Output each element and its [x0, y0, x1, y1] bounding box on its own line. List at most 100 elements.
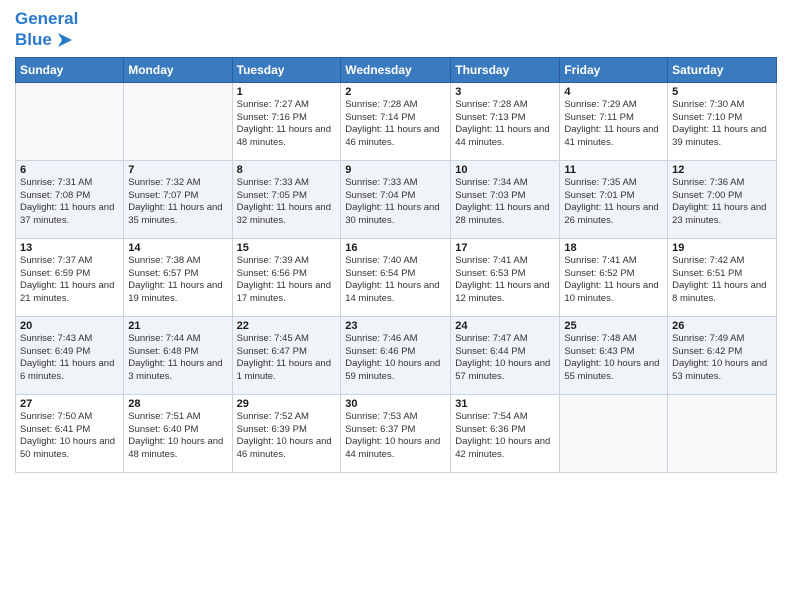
- day-info: Sunrise: 7:35 AMSunset: 7:01 PMDaylight:…: [564, 177, 663, 228]
- sunset-text: Sunset: 7:00 PM: [672, 190, 742, 201]
- calendar-week-row: 27Sunrise: 7:50 AMSunset: 6:41 PMDayligh…: [16, 394, 777, 472]
- day-info: Sunrise: 7:30 AMSunset: 7:10 PMDaylight:…: [672, 99, 772, 150]
- table-row: 4Sunrise: 7:29 AMSunset: 7:11 PMDaylight…: [560, 82, 668, 160]
- table-row: 26Sunrise: 7:49 AMSunset: 6:42 PMDayligh…: [668, 316, 777, 394]
- day-number: 11: [564, 164, 663, 176]
- daylight-text: Daylight: 11 hours and 46 minutes.: [345, 124, 439, 148]
- sunrise-text: Sunrise: 7:28 AM: [345, 99, 417, 110]
- sunrise-text: Sunrise: 7:44 AM: [128, 333, 200, 344]
- calendar-table: Sunday Monday Tuesday Wednesday Thursday…: [15, 57, 777, 473]
- day-number: 12: [672, 164, 772, 176]
- page: General Blue Sunday Monday Tuesday: [0, 0, 792, 612]
- daylight-text: Daylight: 11 hours and 6 minutes.: [20, 358, 114, 382]
- sunset-text: Sunset: 6:49 PM: [20, 346, 90, 357]
- daylight-text: Daylight: 11 hours and 3 minutes.: [128, 358, 222, 382]
- sunset-text: Sunset: 6:47 PM: [237, 346, 307, 357]
- day-number: 24: [455, 320, 555, 332]
- logo-blue: Blue: [15, 30, 52, 50]
- sunrise-text: Sunrise: 7:40 AM: [345, 255, 417, 266]
- day-number: 18: [564, 242, 663, 254]
- sunrise-text: Sunrise: 7:38 AM: [128, 255, 200, 266]
- sunrise-text: Sunrise: 7:46 AM: [345, 333, 417, 344]
- day-info: Sunrise: 7:43 AMSunset: 6:49 PMDaylight:…: [20, 333, 119, 384]
- sunrise-text: Sunrise: 7:28 AM: [455, 99, 527, 110]
- daylight-text: Daylight: 10 hours and 46 minutes.: [237, 436, 332, 460]
- sunrise-text: Sunrise: 7:37 AM: [20, 255, 92, 266]
- col-tuesday: Tuesday: [232, 57, 341, 82]
- sunset-text: Sunset: 6:43 PM: [564, 346, 634, 357]
- table-row: 14Sunrise: 7:38 AMSunset: 6:57 PMDayligh…: [124, 238, 232, 316]
- day-info: Sunrise: 7:49 AMSunset: 6:42 PMDaylight:…: [672, 333, 772, 384]
- daylight-text: Daylight: 10 hours and 59 minutes.: [345, 358, 440, 382]
- day-info: Sunrise: 7:34 AMSunset: 7:03 PMDaylight:…: [455, 177, 555, 228]
- day-number: 9: [345, 164, 446, 176]
- day-number: 17: [455, 242, 555, 254]
- daylight-text: Daylight: 10 hours and 57 minutes.: [455, 358, 550, 382]
- col-friday: Friday: [560, 57, 668, 82]
- day-info: Sunrise: 7:47 AMSunset: 6:44 PMDaylight:…: [455, 333, 555, 384]
- table-row: 2Sunrise: 7:28 AM Sunset: 7:14 PMDaylight…: [341, 82, 451, 160]
- day-info: Sunrise: 7:36 AM Sunset: 7:00 PMDaylight:…: [672, 177, 772, 228]
- daylight-text: Daylight: 10 hours and 53 minutes.: [672, 358, 767, 382]
- sunset-text: Sunset: 7:10 PM: [672, 112, 742, 123]
- col-monday: Monday: [124, 57, 232, 82]
- day-number: 7: [128, 164, 227, 176]
- sunset-text: Sunset: 6:56 PM: [237, 268, 307, 279]
- day-info: Sunrise: 7:40 AMSunset: 6:54 PMDaylight:…: [345, 255, 446, 306]
- header: General Blue: [15, 10, 777, 51]
- day-number: 23: [345, 320, 446, 332]
- day-number: 20: [20, 320, 119, 332]
- daylight-text: Daylight: 10 hours and 44 minutes.: [345, 436, 440, 460]
- table-row: 18Sunrise: 7:41 AMSunset: 6:52 PMDayligh…: [560, 238, 668, 316]
- table-row: 29Sunrise: 7:52 AMSunset: 6:39 PMDayligh…: [232, 394, 341, 472]
- sunset-text: Sunset: 6:54 PM: [345, 268, 415, 279]
- sunset-text: Sunset: 7:11 PM: [564, 112, 634, 123]
- daylight-text: Daylight: 11 hours and 12 minutes.: [455, 280, 549, 304]
- day-info: Sunrise: 7:41 AMSunset: 6:52 PMDaylight:…: [564, 255, 663, 306]
- table-row: 21Sunrise: 7:44 AMSunset: 6:48 PMDayligh…: [124, 316, 232, 394]
- daylight-text: Daylight: 11 hours and 1 minute.: [237, 358, 331, 382]
- sunset-text: Sunset: 7:01 PM: [564, 190, 634, 201]
- day-number: 26: [672, 320, 772, 332]
- day-info: Sunrise: 7:33 AMSunset: 7:04 PMDaylight:…: [345, 177, 446, 228]
- day-number: 2: [345, 86, 446, 98]
- sunrise-text: Sunrise: 7:39 AM: [237, 255, 309, 266]
- daylight-text: Daylight: 11 hours and 39 minutes.: [672, 124, 766, 148]
- day-info: Sunrise: 7:42 AMSunset: 6:51 PMDaylight:…: [672, 255, 772, 306]
- daylight-text: Daylight: 10 hours and 55 minutes.: [564, 358, 659, 382]
- sunset-text: Sunset: 7:14 PM: [345, 112, 415, 123]
- sunrise-text: Sunrise: 7:49 AM: [672, 333, 744, 344]
- sunrise-text: Sunrise: 7:33 AM: [237, 177, 309, 188]
- day-number: 13: [20, 242, 119, 254]
- table-row: [16, 82, 124, 160]
- daylight-text: Daylight: 11 hours and 28 minutes.: [455, 202, 549, 226]
- table-row: 1Sunrise: 7:27 AMSunset: 7:16 PMDaylight…: [232, 82, 341, 160]
- daylight-text: Daylight: 11 hours and 44 minutes.: [455, 124, 549, 148]
- daylight-text: Daylight: 11 hours and 23 minutes.: [672, 202, 766, 226]
- daylight-text: Daylight: 11 hours and 37 minutes.: [20, 202, 114, 226]
- daylight-text: Daylight: 10 hours and 48 minutes.: [128, 436, 223, 460]
- day-info: Sunrise: 7:29 AMSunset: 7:11 PMDaylight:…: [564, 99, 663, 150]
- day-number: 14: [128, 242, 227, 254]
- sunrise-text: Sunrise: 7:36 AM: [672, 177, 744, 188]
- daylight-text: Daylight: 11 hours and 17 minutes.: [237, 280, 331, 304]
- col-thursday: Thursday: [451, 57, 560, 82]
- calendar-week-row: 20Sunrise: 7:43 AMSunset: 6:49 PMDayligh…: [16, 316, 777, 394]
- day-info: Sunrise: 7:44 AMSunset: 6:48 PMDaylight:…: [128, 333, 227, 384]
- day-info: Sunrise: 7:46 AMSunset: 6:46 PMDaylight:…: [345, 333, 446, 384]
- day-number: 16: [345, 242, 446, 254]
- sunrise-text: Sunrise: 7:35 AM: [564, 177, 636, 188]
- day-info: Sunrise: 7:38 AMSunset: 6:57 PMDaylight:…: [128, 255, 227, 306]
- daylight-text: Daylight: 11 hours and 48 minutes.: [237, 124, 331, 148]
- sunrise-text: Sunrise: 7:45 AM: [237, 333, 309, 344]
- day-info: Sunrise: 7:41 AMSunset: 6:53 PMDaylight:…: [455, 255, 555, 306]
- day-number: 25: [564, 320, 663, 332]
- sunrise-text: Sunrise: 7:53 AM: [345, 411, 417, 422]
- table-row: 25Sunrise: 7:48 AMSunset: 6:43 PMDayligh…: [560, 316, 668, 394]
- day-number: 1: [237, 86, 337, 98]
- day-number: 28: [128, 398, 227, 410]
- table-row: 9Sunrise: 7:33 AMSunset: 7:04 PMDaylight…: [341, 160, 451, 238]
- table-row: 11Sunrise: 7:35 AMSunset: 7:01 PMDayligh…: [560, 160, 668, 238]
- table-row: [124, 82, 232, 160]
- day-number: 31: [455, 398, 555, 410]
